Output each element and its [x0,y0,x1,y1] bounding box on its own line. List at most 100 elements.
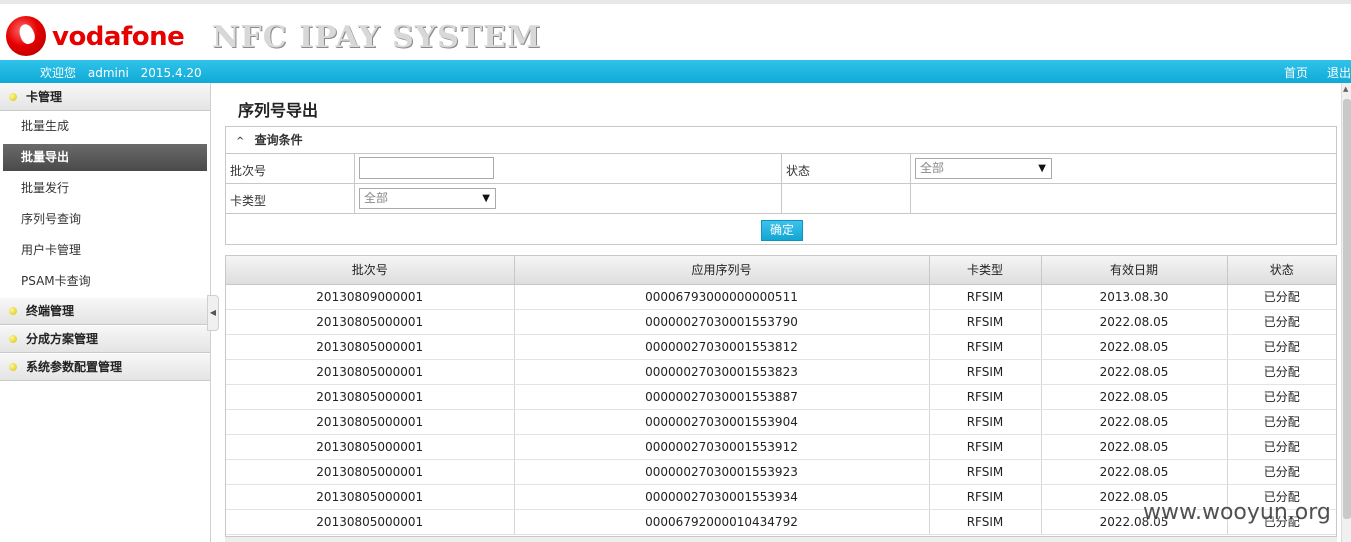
empty-value-cell [911,184,1336,213]
bullet-icon [9,335,17,343]
sidebar: 卡管理 批量生成 批量导出 批量发行 序列号查询 用户卡管理 PSAM卡查询 终… [0,83,211,542]
brand-name: vodafone [52,22,185,52]
dropdown-arrow-icon: ▼ [1038,163,1046,174]
table-cell: 2022.08.05 [1041,434,1228,460]
query-panel: ^ 查询条件 批次号 状态 全部 ▼ 卡类型 全部 ▼ 确定 [225,126,1337,245]
bullet-icon [9,307,17,315]
table-cell: 00000027030001553823 [514,359,930,385]
sidebar-collapse-button[interactable]: ◀ [207,295,219,331]
table-cell: 2022.08.05 [1041,309,1228,335]
logout-link[interactable]: 退出 [1327,64,1351,81]
status-select-cell: 全部 ▼ [911,154,1336,183]
table-cell: 00000027030001553790 [514,309,930,335]
query-panel-title: 查询条件 [254,133,303,147]
table-cell: 已分配 [1227,334,1336,360]
card-type-select-cell: 全部 ▼ [355,184,782,213]
table-row[interactable]: 20130805000001 00000027030001553923 RFSIM 2… [226,459,1336,485]
query-row-1: 批次号 状态 全部 ▼ [226,154,1336,184]
page-title: 序列号导出 [238,101,319,120]
table-cell: 20130805000001 [226,484,515,510]
app-header: vodafone NFC IPAY SYSTEM [0,0,1351,60]
card-type-select[interactable]: 全部 ▼ [359,188,496,209]
sidebar-group-label: 终端管理 [26,304,75,318]
sidebar-item-serial-query[interactable]: 序列号查询 [0,204,210,235]
page-scrollbar[interactable]: ▲ [1341,83,1351,542]
table-cell: 20130805000001 [226,334,515,360]
empty-label-cell [782,184,911,213]
batch-input[interactable] [359,157,494,179]
table-cell: 2022.08.05 [1041,334,1228,360]
main-content: 序列号导出 ^ 查询条件 批次号 状态 全部 ▼ 卡类型 全部 ▼ 确定 批次号… [225,83,1337,542]
bullet-icon [9,93,17,101]
column-header-expiry[interactable]: 有效日期 [1041,256,1228,285]
table-cell: RFSIM [929,309,1042,335]
chevron-up-icon[interactable]: ^ [236,136,244,147]
table-row[interactable]: 20130809000001 00006793000000000511 RFSIM 2… [226,284,1336,310]
table-row[interactable]: 20130805000001 00000027030001553904 RFSIM 2… [226,409,1336,435]
column-header-batch[interactable]: 批次号 [226,256,515,285]
dropdown-arrow-icon: ▼ [482,193,490,204]
table-cell: 20130805000001 [226,359,515,385]
sidebar-group-label: 卡管理 [26,90,63,104]
table-cell: RFSIM [929,284,1042,310]
bullet-icon [9,363,17,371]
table-cell: RFSIM [929,409,1042,435]
sidebar-group-label: 分成方案管理 [26,332,99,346]
batch-label: 批次号 [226,154,355,183]
table-cell: 已分配 [1227,359,1336,385]
sidebar-group-card-management[interactable]: 卡管理 [0,83,210,111]
system-title: NFC IPAY SYSTEM [212,20,542,55]
table-cell: 2022.08.05 [1041,359,1228,385]
table-cell: RFSIM [929,359,1042,385]
sidebar-item-psam-query[interactable]: PSAM卡查询 [0,266,210,297]
scrollbar-thumb[interactable] [1343,99,1351,519]
table-cell: 00000027030001553887 [514,384,930,410]
top-nav-bar: 欢迎您 admini 2015.4.20 首页 退出 [0,60,1351,83]
home-link[interactable]: 首页 [1284,64,1308,81]
sidebar-group-system-config[interactable]: 系统参数配置管理 [0,353,210,381]
query-row-2: 卡类型 全部 ▼ [226,184,1336,214]
confirm-button[interactable]: 确定 [761,220,803,241]
card-type-label: 卡类型 [226,184,355,213]
sidebar-group-label: 系统参数配置管理 [26,360,123,374]
column-header-card-type[interactable]: 卡类型 [929,256,1042,285]
table-row[interactable]: 20130805000001 00000027030001553823 RFSIM 2… [226,359,1336,385]
table-cell: 00000027030001553934 [514,484,930,510]
table-cell: 00000027030001553923 [514,459,930,485]
table-row[interactable]: 20130805000001 00000027030001553790 RFSIM 2… [226,309,1336,335]
column-header-serial[interactable]: 应用序列号 [514,256,930,285]
table-cell: 00000027030001553812 [514,334,930,360]
sidebar-group-revenue-share[interactable]: 分成方案管理 [0,325,210,353]
table-cell: 已分配 [1227,384,1336,410]
pagination-bar [225,536,1337,542]
sidebar-item-batch-issue[interactable]: 批量发行 [0,173,210,204]
table-row[interactable]: 20130805000001 00000027030001553912 RFSIM 2… [226,434,1336,460]
status-select[interactable]: 全部 ▼ [915,158,1052,179]
scroll-up-icon[interactable]: ▲ [1343,85,1348,93]
sidebar-item-batch-export[interactable]: 批量导出 [3,144,207,171]
status-select-value: 全部 [920,161,945,175]
sidebar-group-terminal-management[interactable]: 终端管理 [0,297,210,325]
table-cell: 00006792000010434792 [514,509,930,535]
column-header-status[interactable]: 状态 [1227,256,1336,285]
table-cell: 已分配 [1227,434,1336,460]
table-cell: 00000027030001553904 [514,409,930,435]
table-row[interactable]: 20130805000001 00000027030001553812 RFSIM 2… [226,334,1336,360]
query-panel-header[interactable]: ^ 查询条件 [226,127,1336,154]
table-cell: 已分配 [1227,459,1336,485]
table-cell: RFSIM [929,434,1042,460]
table-row[interactable]: 20130805000001 00000027030001553887 RFSIM 2… [226,384,1336,410]
welcome-text: 欢迎您 [40,66,77,80]
table-cell: 20130805000001 [226,384,515,410]
sidebar-item-batch-generate[interactable]: 批量生成 [0,111,210,142]
table-cell: RFSIM [929,509,1042,535]
table-cell: 20130805000001 [226,509,515,535]
table-cell: 20130805000001 [226,409,515,435]
batch-input-cell [355,154,782,183]
table-cell: RFSIM [929,384,1042,410]
table-cell: 00000027030001553912 [514,434,930,460]
sidebar-item-user-card[interactable]: 用户卡管理 [0,235,210,266]
table-cell: RFSIM [929,459,1042,485]
table-cell: 2022.08.05 [1041,384,1228,410]
table-cell: 00006793000000000511 [514,284,930,310]
